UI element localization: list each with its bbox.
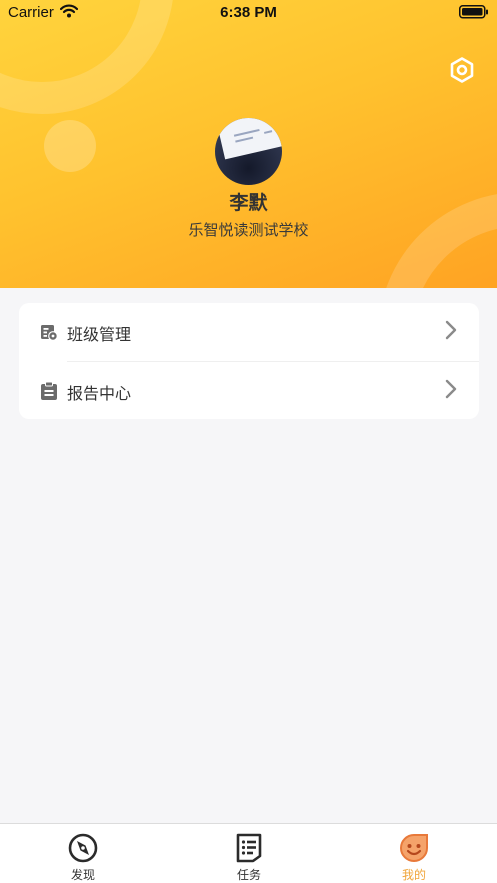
menu-item-class-management[interactable]: 班级管理	[19, 303, 479, 361]
school-name: 乐智悦读测试学校	[188, 221, 309, 239]
decorative-circle	[44, 120, 96, 172]
task-list-icon	[236, 833, 262, 863]
menu-item-label: 班级管理	[67, 325, 132, 344]
avatar-photo	[216, 118, 282, 160]
status-time: 6:38 PM	[220, 4, 277, 21]
status-bar: Carrier 6:38 PM	[0, 0, 497, 26]
class-management-icon	[41, 325, 58, 341]
tab-label: 发现	[70, 868, 95, 882]
settings-icon[interactable]	[448, 56, 476, 84]
avatar[interactable]	[215, 118, 282, 185]
battery-icon	[459, 5, 488, 19]
clipboard-icon	[41, 381, 57, 400]
tab-label: 我的	[401, 868, 426, 882]
tab-label: 任务	[236, 868, 261, 882]
chevron-right-icon	[445, 379, 457, 399]
tab-bar: 发现 任务 我的	[0, 823, 497, 883]
chevron-right-icon	[445, 320, 457, 340]
tab-discover[interactable]: 发现	[0, 824, 166, 883]
menu-item-report-center[interactable]: 报告中心	[19, 362, 479, 420]
profile-screen: Carrier 6:38 PM 李默 乐智悦读测试学校 班级管理 报告中心 发现…	[0, 0, 497, 883]
profile-header: Carrier 6:38 PM 李默 乐智悦读测试学校	[0, 0, 497, 288]
menu-item-label: 报告中心	[67, 384, 132, 403]
user-name: 李默	[229, 192, 268, 214]
menu-card: 班级管理 报告中心	[19, 303, 479, 419]
tab-mine[interactable]: 我的	[331, 824, 497, 883]
compass-icon	[68, 833, 98, 863]
smiley-icon	[400, 834, 428, 862]
tab-tasks[interactable]: 任务	[166, 824, 332, 883]
